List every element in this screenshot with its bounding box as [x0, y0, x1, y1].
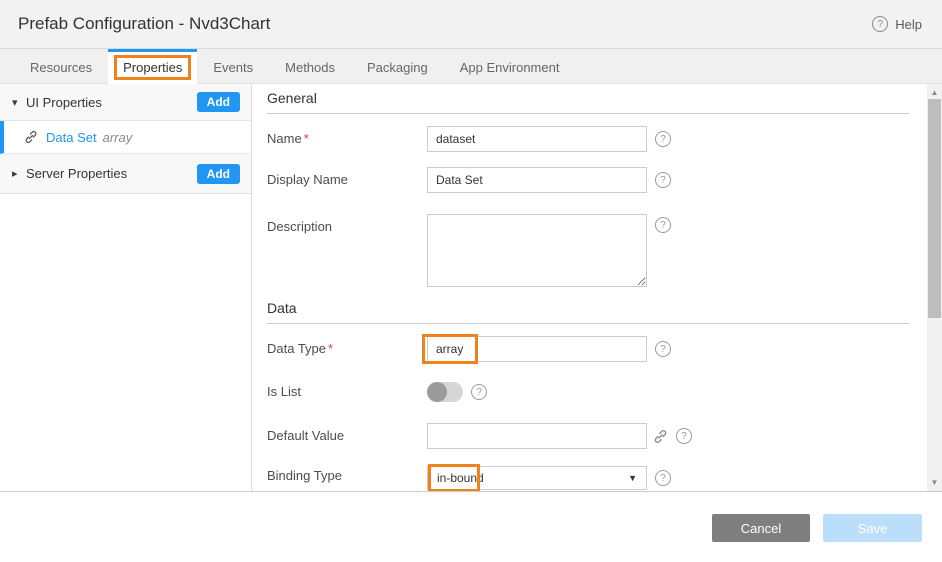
default-value-help-icon[interactable]: ? — [676, 428, 692, 444]
cancel-button[interactable]: Cancel — [712, 514, 810, 542]
data-type-input[interactable] — [427, 336, 647, 362]
data-type-row: Data Type* ? — [267, 336, 909, 362]
link-icon — [24, 130, 38, 144]
default-value-label: Default Value — [267, 423, 427, 443]
binding-type-label: Binding Type — [267, 466, 427, 483]
name-input[interactable] — [427, 126, 647, 152]
properties-form: General Name* ? Display Name ? Descripti… — [252, 84, 927, 491]
display-name-input[interactable] — [427, 167, 647, 193]
required-mark: * — [328, 341, 333, 356]
tab-bar: Resources Properties Events Methods Pack… — [0, 49, 942, 84]
binding-type-value: in-bound — [437, 471, 484, 485]
help-icon: ? — [872, 16, 888, 32]
help-label: Help — [895, 17, 922, 32]
properties-sidebar: ▾ UI Properties Add Data Set array ▸ Ser… — [0, 84, 252, 491]
sidebar-item-type: array — [103, 130, 133, 145]
is-list-help-icon[interactable]: ? — [471, 384, 487, 400]
tab-properties-annotation-box: Properties — [114, 55, 191, 80]
title-bar: Prefab Configuration - Nvd3Chart ? Help — [0, 0, 942, 49]
scroll-up-icon[interactable]: ▲ — [927, 86, 942, 99]
description-row: Description ? — [267, 214, 909, 287]
description-label: Description — [267, 214, 427, 234]
sidebar-item-label: Data Set — [46, 130, 97, 145]
tab-app-environment[interactable]: App Environment — [444, 49, 576, 83]
binding-type-select[interactable]: in-bound ▼ — [427, 466, 647, 490]
default-value-row: Default Value ? — [267, 423, 909, 449]
binding-type-help-icon[interactable]: ? — [655, 470, 671, 486]
toggle-knob — [427, 382, 447, 402]
is-list-row: Is List ? — [267, 382, 909, 402]
default-value-input[interactable] — [427, 423, 647, 449]
is-list-label: Is List — [267, 382, 427, 399]
tab-methods[interactable]: Methods — [269, 49, 351, 83]
vertical-scrollbar[interactable]: ▲ ▼ — [927, 84, 942, 491]
add-server-property-button[interactable]: Add — [197, 164, 240, 184]
display-name-row: Display Name ? — [267, 167, 909, 193]
data-type-help-icon[interactable]: ? — [655, 341, 671, 357]
description-textarea[interactable] — [427, 214, 647, 287]
data-section-title: Data — [267, 300, 909, 324]
general-section-title: General — [267, 90, 909, 114]
scroll-down-icon[interactable]: ▼ — [927, 476, 942, 489]
scrollbar-thumb[interactable] — [928, 99, 941, 318]
binding-type-row: Binding Type in-bound ▼ ? — [267, 466, 909, 490]
save-button[interactable]: Save — [823, 514, 922, 542]
add-ui-property-button[interactable]: Add — [197, 92, 240, 112]
description-help-icon[interactable]: ? — [655, 217, 671, 233]
name-label: Name* — [267, 126, 427, 146]
is-list-toggle[interactable] — [427, 382, 463, 402]
caret-right-icon: ▸ — [12, 167, 26, 180]
sidebar-item-dataset[interactable]: Data Set array — [0, 121, 251, 154]
tab-properties[interactable]: Properties — [108, 49, 197, 83]
display-name-help-icon[interactable]: ? — [655, 172, 671, 188]
data-type-label: Data Type* — [267, 336, 427, 356]
caret-down-icon: ▾ — [12, 96, 26, 109]
bind-link-icon[interactable] — [653, 429, 668, 444]
required-mark: * — [304, 131, 309, 146]
main-area: ▾ UI Properties Add Data Set array ▸ Ser… — [0, 84, 942, 491]
tab-events[interactable]: Events — [197, 49, 269, 83]
ui-properties-group-header[interactable]: ▾ UI Properties Add — [0, 84, 251, 121]
help-button[interactable]: ? Help — [872, 16, 922, 32]
server-properties-group-header[interactable]: ▸ Server Properties Add — [0, 154, 251, 194]
name-help-icon[interactable]: ? — [655, 131, 671, 147]
name-row: Name* ? — [267, 126, 909, 152]
tab-resources[interactable]: Resources — [14, 49, 108, 83]
dialog-footer: Cancel Save — [0, 491, 942, 561]
window-title: Prefab Configuration - Nvd3Chart — [18, 14, 270, 34]
tab-packaging[interactable]: Packaging — [351, 49, 444, 83]
display-name-label: Display Name — [267, 167, 427, 187]
chevron-down-icon: ▼ — [628, 473, 637, 483]
